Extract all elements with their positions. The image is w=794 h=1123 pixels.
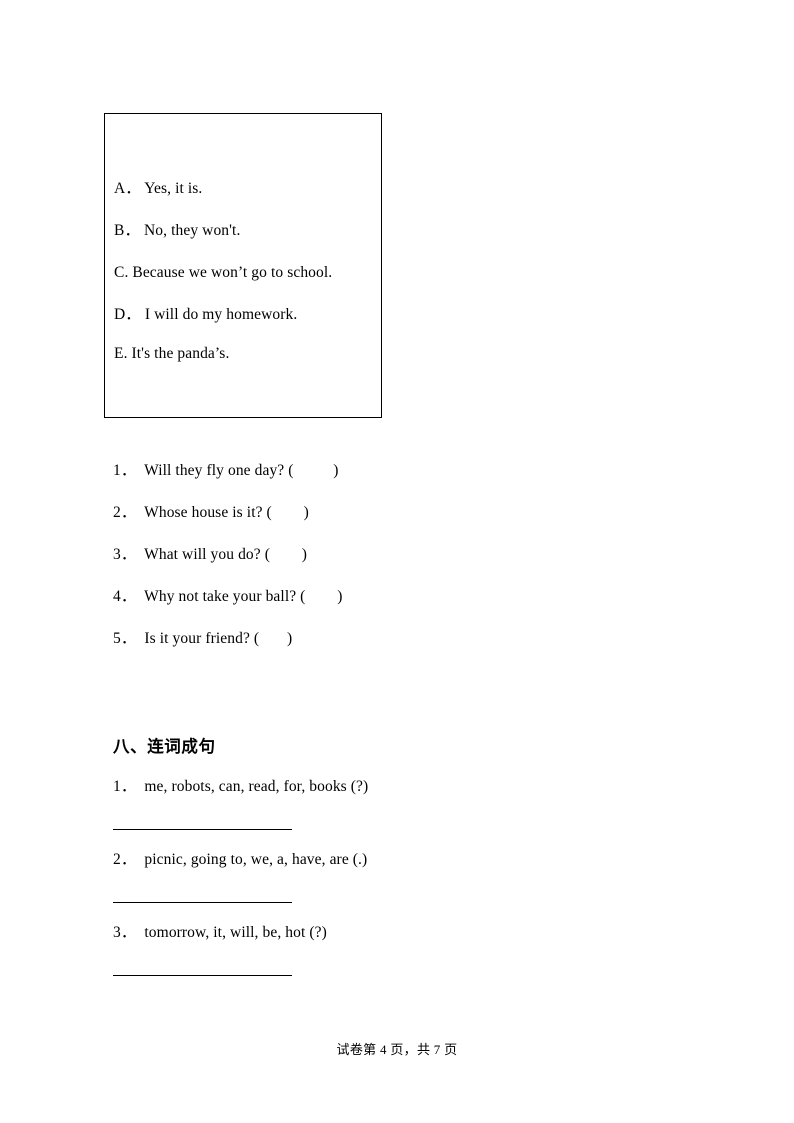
question-item-3: 3． What will you do? ( ) [113,546,308,563]
exam-page: A． Yes, it is. B． No, they won't. C. Bec… [0,0,794,1123]
answer-line-3 [113,975,292,976]
page-footer: 试卷第 4 页，共 7 页 [0,1039,794,1058]
option-item-a: A． Yes, it is. [114,180,203,197]
ordering-item-2: 2． picnic, going to, we, a, have, are (.… [113,851,368,868]
matching-questions-list: 1． Will they fly one day? ( ) 2． Whose h… [113,460,713,670]
ordering-item-3: 3． tomorrow, it, will, be, hot (?) [113,924,327,941]
question-item-4: 4． Why not take your ball? ( ) [113,588,343,605]
answer-line-1 [113,829,292,830]
section-heading-eight: 八、连词成句 [113,737,216,756]
footer-text: 试卷第 4 页，共 7 页 [336,1042,458,1057]
option-item-b: B． No, they won't. [114,222,241,239]
answer-options-box: A． Yes, it is. B． No, they won't. C. Bec… [104,113,382,418]
option-item-e: E. It's the panda’s. [114,345,230,362]
question-item-5: 5． Is it your friend? ( ) [113,630,293,647]
option-item-d: D． I will do my homework. [114,306,298,323]
question-item-1: 1． Will they fly one day? ( ) [113,462,339,479]
option-item-c: C. Because we won’t go to school. [114,264,333,281]
answer-line-2 [113,902,292,903]
question-item-2: 2． Whose house is it? ( ) [113,504,309,521]
answer-options-list: A． Yes, it is. B． No, they won't. C. Bec… [114,178,377,385]
ordering-item-1: 1． me, robots, can, read, for, books (?) [113,778,369,795]
